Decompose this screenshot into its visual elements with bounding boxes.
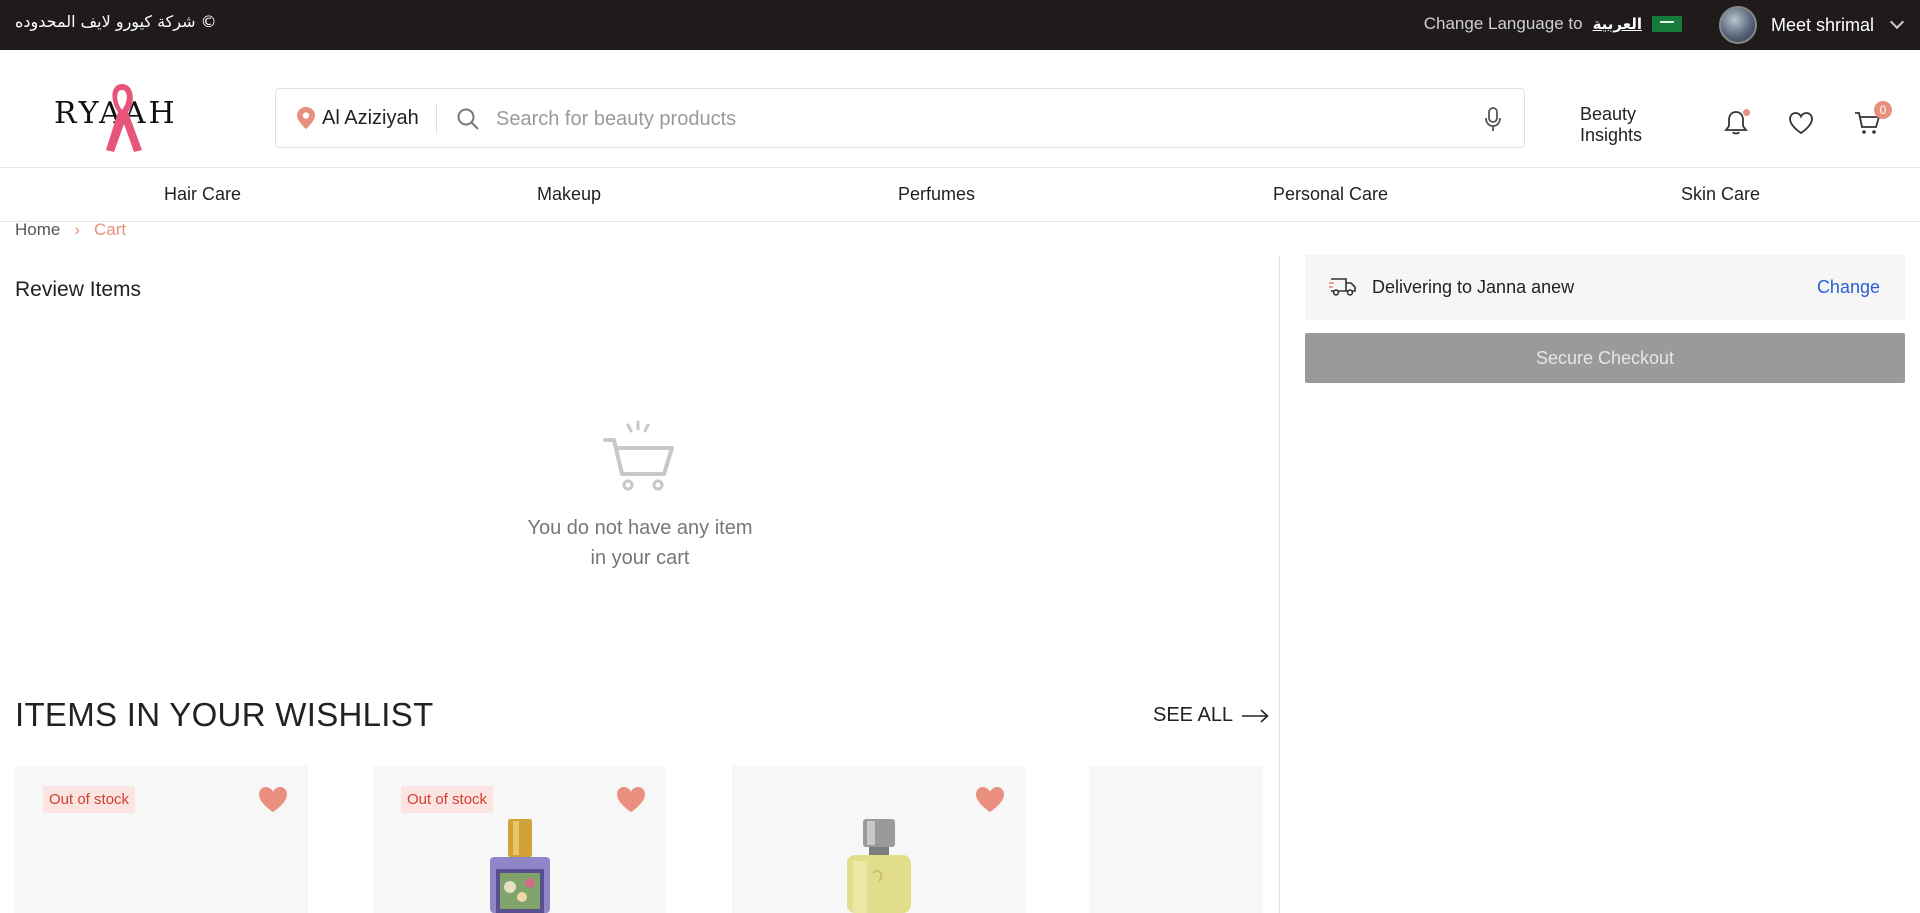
search-bar: Al Aziziyah <box>275 88 1525 148</box>
search-icon <box>457 108 479 130</box>
empty-cart-icon <box>603 420 674 491</box>
user-menu[interactable]: Meet shrimal <box>1718 6 1905 44</box>
header-actions: Beauty Insights 0 <box>1580 100 1920 146</box>
heart-icon <box>1789 111 1813 134</box>
see-all-label: SEE ALL <box>1153 704 1234 726</box>
review-items-title: Review Items <box>15 278 142 301</box>
arabic-language-link[interactable]: العربية <box>1593 15 1642 33</box>
site-header: RYAAH Al Aziziyah Beauty Insights <box>0 50 1920 168</box>
cart-count-badge: 0 <box>1874 100 1892 119</box>
perfume-bottle-image <box>489 819 550 913</box>
nav-item-personal-care[interactable]: Personal Care <box>1273 184 1388 205</box>
search-input[interactable] <box>496 101 1456 137</box>
wishlist-card[interactable] <box>1090 766 1263 913</box>
delivery-truck-icon <box>1329 278 1356 296</box>
change-address-link[interactable]: Change <box>1817 277 1880 298</box>
notifications-button[interactable] <box>1724 108 1750 141</box>
wishlist-card[interactable] <box>732 766 1025 913</box>
out-of-stock-badge: Out of stock <box>401 786 494 813</box>
wishlist-card[interactable]: Out of stock <box>373 766 666 913</box>
empty-cart-message: You do not have any item in your cart <box>480 513 800 573</box>
empty-cart-line-1: You do not have any item <box>527 517 753 539</box>
notification-dot <box>1743 108 1750 116</box>
wishlist-title: ITEMS IN YOUR WISHLIST <box>15 696 434 733</box>
logo[interactable]: RYAAH <box>50 80 190 155</box>
nav-item-makeup[interactable]: Makeup <box>537 184 601 205</box>
breadcrumb: Home › Cart <box>15 220 126 240</box>
secure-checkout-button[interactable]: Secure Checkout <box>1305 333 1905 383</box>
column-divider <box>1279 256 1280 913</box>
cart-button[interactable]: 0 <box>1854 100 1892 140</box>
location-selector[interactable]: Al Aziziyah <box>296 106 419 130</box>
empty-cart-state: You do not have any item in your cart <box>480 420 800 573</box>
nav-item-skin-care[interactable]: Skin Care <box>1681 184 1760 205</box>
perfume-bottle-image <box>846 819 911 913</box>
heart-filled-icon[interactable] <box>975 786 1005 813</box>
search-divider <box>436 105 437 133</box>
category-nav: Hair Care Makeup Perfumes Personal Care … <box>0 168 1920 222</box>
change-language-label: Change Language to <box>1423 14 1583 33</box>
delivery-address-text: Delivering to Janna anew <box>1372 277 1575 297</box>
avatar[interactable] <box>1718 6 1757 44</box>
language-switcher[interactable]: Change Language to العربية <box>1424 14 1682 34</box>
wishlist-card[interactable]: Out of stock <box>15 766 308 913</box>
delivery-address-box: Delivering to Janna anew Change <box>1305 255 1905 320</box>
location-pin-icon <box>297 107 315 129</box>
user-name[interactable]: Meet shrimal <box>1771 15 1874 36</box>
heart-filled-icon[interactable] <box>258 786 288 813</box>
pink-ribbon-icon <box>106 84 142 152</box>
location-name: Al Aziziyah <box>322 106 419 129</box>
top-bar: © شركة كيورو لايف المحدوده Change Langua… <box>0 0 1920 50</box>
breadcrumb-current: Cart <box>94 220 127 239</box>
chevron-down-icon[interactable] <box>1889 14 1905 30</box>
beauty-insights-link[interactable]: Beauty Insights <box>1580 104 1686 146</box>
see-all-link[interactable]: SEE ALL <box>1153 704 1269 727</box>
breadcrumb-separator-icon: › <box>74 220 81 239</box>
arrow-right-icon <box>1242 708 1269 723</box>
wishlist-button[interactable] <box>1788 111 1814 140</box>
saudi-flag-icon <box>1652 16 1682 32</box>
heart-filled-icon[interactable] <box>616 786 646 813</box>
nav-item-hair-care[interactable]: Hair Care <box>164 184 241 205</box>
nav-item-perfumes[interactable]: Perfumes <box>898 184 975 205</box>
breadcrumb-home[interactable]: Home <box>15 220 60 240</box>
microphone-icon[interactable] <box>1484 107 1502 133</box>
out-of-stock-badge: Out of stock <box>43 786 136 813</box>
empty-cart-line-2: in your cart <box>590 547 690 569</box>
copyright-text: © شركة كيورو لايف المحدوده <box>15 12 217 31</box>
